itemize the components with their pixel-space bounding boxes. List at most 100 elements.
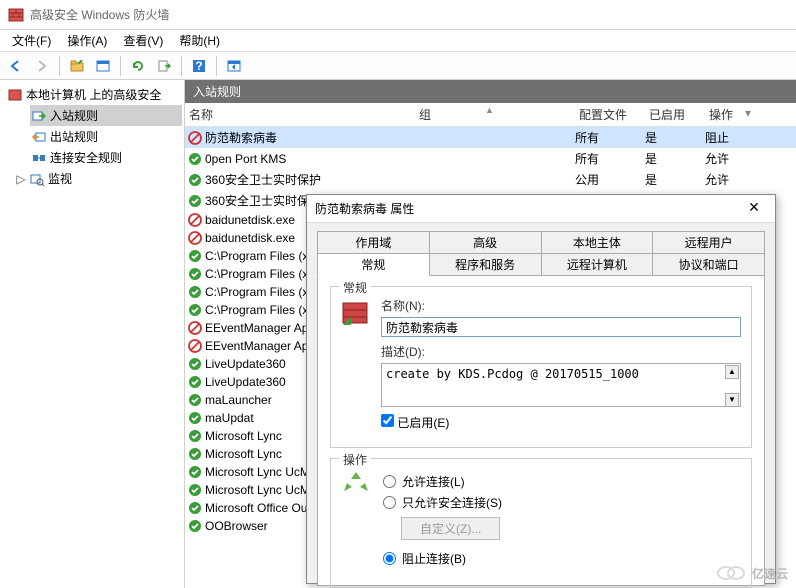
radio-block-label: 阻止连接(B) — [402, 550, 466, 567]
col-enabled[interactable]: 已启用 — [645, 106, 705, 123]
dialog-title-bar: 防范勒索病毒 属性 ✕ — [307, 195, 775, 223]
allow-icon — [185, 501, 205, 515]
scroll-down-icon[interactable]: ▼ — [725, 393, 739, 407]
menu-action[interactable]: 操作(A) — [61, 30, 113, 51]
tree-label: 入站规则 — [50, 107, 98, 124]
nav-forward-button[interactable] — [30, 55, 54, 77]
rule-profile: 公用 — [575, 171, 645, 188]
window-title: 高级安全 Windows 防火墙 — [30, 6, 169, 23]
allow-icon — [185, 375, 205, 389]
tool-folder-button[interactable] — [65, 55, 89, 77]
menu-file[interactable]: 文件(F) — [6, 30, 57, 51]
group-general: 常规 名称(N): 描述(D): 已启用(E) ▲ ▼ — [330, 286, 752, 448]
enabled-checkbox[interactable] — [381, 414, 394, 427]
tab-scope[interactable]: 作用域 — [317, 231, 430, 254]
section-title: 入站规则 — [193, 85, 241, 99]
expand-icon[interactable]: ▷ — [16, 172, 26, 186]
col-action[interactable]: 操作▾ — [705, 106, 755, 123]
tree-label: 监视 — [48, 170, 72, 187]
rule-action: 阻止 — [705, 129, 755, 146]
tab-program[interactable]: 程序和服务 — [430, 253, 542, 276]
tree-inbound-rules[interactable]: 入站规则 — [30, 105, 182, 126]
dialog-tabs: 作用域 高级 本地主体 远程用户 常规 程序和服务 远程计算机 协议和端口 — [307, 223, 775, 276]
tree-root-label: 本地计算机 上的高级安全 — [26, 86, 161, 103]
tab-general[interactable]: 常规 — [317, 253, 430, 276]
properties-dialog: 防范勒索病毒 属性 ✕ 作用域 高级 本地主体 远程用户 常规 程序和服务 远程… — [306, 194, 776, 584]
rule-name: 防范勒索病毒 — [205, 129, 415, 146]
menu-help[interactable]: 帮助(H) — [173, 30, 226, 51]
rule-profile: 所有 — [575, 129, 645, 146]
rule-enabled: 是 — [645, 129, 705, 146]
col-profile[interactable]: 配置文件 — [575, 106, 645, 123]
separator — [181, 56, 182, 76]
inbound-icon — [32, 109, 46, 123]
rule-action: 允许 — [705, 171, 755, 188]
tab-local-principal[interactable]: 本地主体 — [542, 231, 654, 254]
allow-icon — [185, 465, 205, 479]
col-group[interactable]: 组▲ — [415, 106, 575, 123]
separator — [216, 56, 217, 76]
block-icon — [185, 321, 205, 335]
radio-allow-label: 允许连接(L) — [402, 473, 465, 490]
allow-icon — [185, 267, 205, 281]
allow-icon — [185, 285, 205, 299]
tree-monitor[interactable]: ▷ 监视 — [14, 168, 182, 189]
close-button[interactable]: ✕ — [741, 199, 767, 219]
recycle-icon — [341, 469, 381, 571]
scroll-up-icon[interactable]: ▲ — [725, 365, 739, 379]
firewall-icon — [8, 7, 24, 23]
rule-profile: 所有 — [575, 150, 645, 167]
block-icon — [185, 131, 205, 145]
watermark-text: 亿速云 — [752, 565, 788, 582]
radio-block-row: 阻止连接(B) — [383, 550, 741, 567]
tab-remote-computer[interactable]: 远程计算机 — [542, 253, 654, 276]
radio-allow-row: 允许连接(L) — [383, 473, 741, 490]
separator — [120, 56, 121, 76]
nav-back-button[interactable] — [4, 55, 28, 77]
tree-connection-security[interactable]: 连接安全规则 — [30, 147, 182, 168]
description-input[interactable] — [381, 363, 741, 407]
rule-enabled: 是 — [645, 150, 705, 167]
block-icon — [185, 213, 205, 227]
allow-icon — [185, 429, 205, 443]
tab-advanced[interactable]: 高级 — [430, 231, 542, 254]
svg-text:?: ? — [195, 59, 202, 73]
tool-export-button[interactable] — [152, 55, 176, 77]
tab-remote-user[interactable]: 远程用户 — [653, 231, 765, 254]
window-title-bar: 高级安全 Windows 防火墙 — [0, 0, 796, 30]
tree-root[interactable]: 本地计算机 上的高级安全 — [6, 84, 182, 105]
radio-allow-secure[interactable] — [383, 496, 396, 509]
table-row[interactable]: 360安全卫士实时保护公用是允许 — [185, 169, 796, 190]
tool-properties-button[interactable] — [91, 55, 115, 77]
connection-security-icon — [32, 151, 46, 165]
group-title: 常规 — [339, 279, 371, 296]
name-input[interactable] — [381, 317, 741, 337]
enabled-label: 已启用(E) — [397, 416, 449, 430]
section-header: 入站规则 — [185, 80, 796, 103]
tool-help-button[interactable]: ? — [187, 55, 211, 77]
radio-allow[interactable] — [383, 475, 396, 488]
nav-tree: 本地计算机 上的高级安全 入站规则 出站规则 连接安全规则 ▷ 监视 — [0, 80, 185, 588]
tool-list-button[interactable] — [222, 55, 246, 77]
group-action: 操作 允许连接(L) 只允许安全连接(S) 自定义(Z)... — [330, 458, 752, 588]
rule-name: 0pen Port KMS — [205, 152, 415, 166]
allow-icon — [185, 447, 205, 461]
firewall-icon — [8, 88, 22, 102]
tab-body-general: 常规 名称(N): 描述(D): 已启用(E) ▲ ▼ — [317, 276, 765, 586]
firewall-brick-icon — [341, 297, 381, 431]
table-row[interactable]: 0pen Port KMS所有是允许 — [185, 148, 796, 169]
description-label: 描述(D): — [381, 343, 741, 360]
radio-block[interactable] — [383, 552, 396, 565]
radio-allow-secure-label: 只允许安全连接(S) — [402, 494, 502, 511]
col-name[interactable]: 名称 — [185, 106, 415, 123]
tree-outbound-rules[interactable]: 出站规则 — [30, 126, 182, 147]
rule-name: 360安全卫士实时保护 — [205, 171, 415, 188]
allow-icon — [185, 194, 205, 208]
outbound-icon — [32, 130, 46, 144]
dialog-title: 防范勒索病毒 属性 — [315, 200, 414, 217]
tool-refresh-button[interactable] — [126, 55, 150, 77]
table-row[interactable]: 防范勒索病毒 所有是阻止 — [185, 127, 796, 148]
allow-icon — [185, 411, 205, 425]
tab-protocol[interactable]: 协议和端口 — [653, 253, 765, 276]
menu-view[interactable]: 查看(V) — [117, 30, 169, 51]
